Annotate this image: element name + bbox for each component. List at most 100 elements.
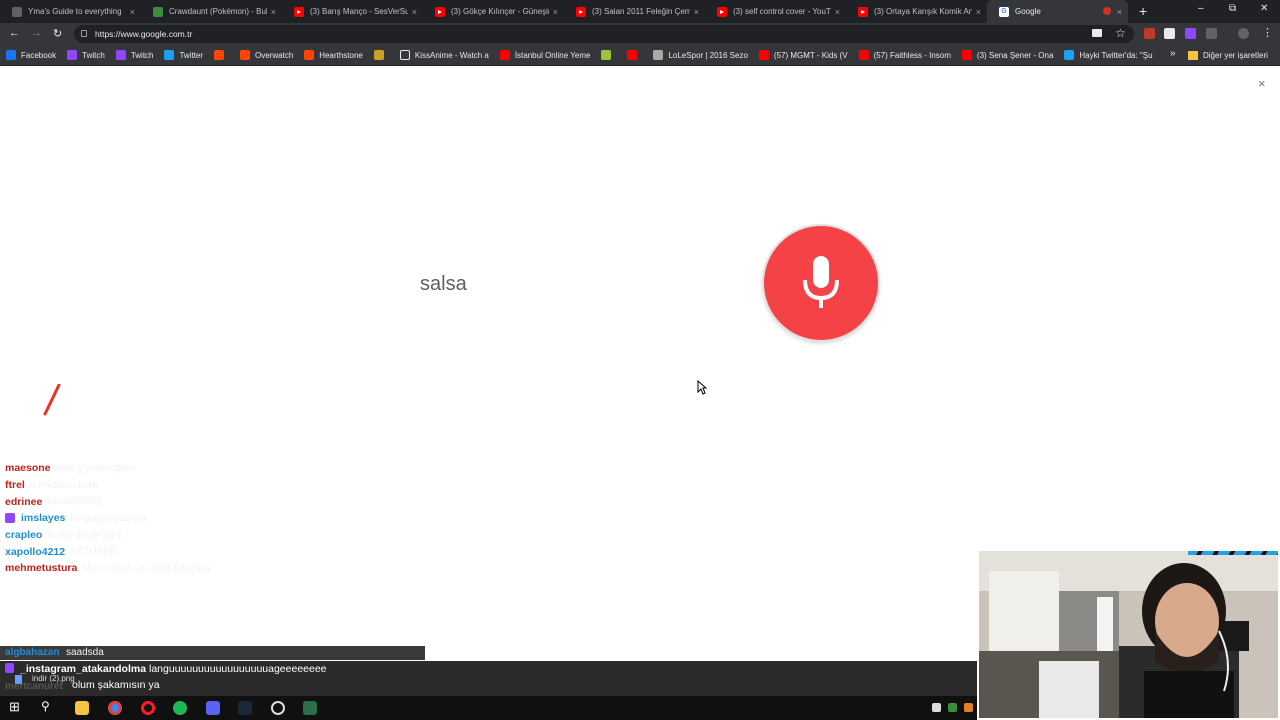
tab-crawdaunt[interactable]: Crawdaunt (Pokémon) - Bul × [141, 0, 282, 23]
tab-title: (3) Barış Manço - SesVerSu [310, 7, 408, 16]
facebook-icon [6, 50, 16, 60]
restore-icon[interactable]: ⧉ [1229, 3, 1236, 14]
chat-username: xapollo4212 [5, 545, 66, 558]
tab-baris-manco[interactable]: (3) Barış Manço - SesVerSu × [282, 0, 423, 23]
close-icon[interactable]: × [1117, 7, 1122, 17]
minimize-icon[interactable]: – [1198, 3, 1204, 14]
webcam-frame-stripe [1188, 551, 1278, 555]
chat-text: oom y yapervpara [55, 462, 136, 474]
close-icon[interactable]: × [271, 7, 276, 17]
tab-title: (3) Saian 2011 Feleğin Çem [592, 7, 690, 16]
chat-text: show more var orda basesns [82, 562, 211, 574]
chat-username: algbahazan [5, 647, 60, 658]
app-icon[interactable] [303, 701, 317, 715]
tray-icon[interactable] [948, 703, 957, 712]
toolbar: ← → ↻ https://www.google.com.tr ☆ ⋮ [0, 23, 1280, 45]
voice-transcript: salsa [420, 273, 467, 295]
tab-self-control[interactable]: (3) self control cover - YouT × [705, 0, 846, 23]
pen-stroke-icon [43, 384, 61, 416]
chat-username: edrinee [5, 495, 43, 508]
bookmark-hearthstone[interactable]: Hearthstone [298, 45, 368, 65]
bookmark-twitch[interactable]: Twitch [61, 45, 110, 65]
bookmark-twitter[interactable]: Twitter [158, 45, 208, 65]
tab-title: Yma's Guide to everything [28, 7, 122, 16]
chrome-icon[interactable] [108, 701, 122, 715]
bookmark-youtube[interactable] [621, 45, 647, 65]
star-icon[interactable]: ☆ [1115, 26, 1126, 40]
tab-ortaya-karisik[interactable]: (3) Ortaya Karışık Komik An × [846, 0, 987, 23]
reload-icon[interactable]: ↻ [53, 27, 62, 40]
extension-icon[interactable] [1206, 28, 1217, 39]
tab-title: Google [1015, 7, 1041, 16]
bookmark-mgmt[interactable]: (57) MGMT - Kids (V [753, 45, 853, 65]
back-icon[interactable]: ← [9, 27, 20, 39]
windows-start-icon[interactable]: ⊞ [9, 699, 23, 714]
file-explorer-icon[interactable] [75, 701, 89, 715]
steam-icon[interactable] [238, 701, 252, 715]
bookmark-istanbul-online[interactable]: İstanbul Online Yeme [494, 45, 596, 65]
chat-highlight-line: algbahazan saadsda [0, 646, 425, 660]
tab-yma-guide[interactable]: Yma's Guide to everything × [0, 0, 141, 23]
spotify-icon[interactable] [173, 701, 187, 715]
extension-icon[interactable] [1164, 28, 1175, 39]
other-bookmarks[interactable]: Diğer yer işaretleri [1188, 45, 1268, 65]
chat-text: YETHEER [70, 546, 118, 558]
tab-gokce-kilincer[interactable]: (3) Gökçe Kılınçer - Güneşin × [423, 0, 564, 23]
bookmark-twitch-2[interactable]: Twitch [110, 45, 159, 65]
microphone-icon [803, 256, 839, 308]
new-tab-button[interactable]: + [1139, 3, 1147, 19]
bookmark-label: Hearthstone [319, 50, 363, 60]
menu-icon[interactable]: ⋮ [1262, 26, 1273, 39]
close-icon[interactable]: × [553, 7, 558, 17]
chat-username: imslayes [21, 512, 66, 525]
search-icon[interactable]: ⚲ [41, 699, 55, 713]
webcam-feed [979, 551, 1278, 718]
bookmark-reddit[interactable] [208, 45, 234, 65]
opera-icon[interactable] [141, 701, 155, 715]
microphone-button[interactable] [764, 226, 878, 340]
tray-icon[interactable] [964, 703, 973, 712]
tab-saian[interactable]: (3) Saian 2011 Feleğin Çem × [564, 0, 705, 23]
window-close-icon[interactable]: ✕ [1260, 3, 1268, 14]
reddit-icon [240, 50, 251, 60]
close-icon[interactable]: × [835, 7, 840, 17]
bookmark-sena-sener[interactable]: (3) Sena Şener - Ona [956, 45, 1058, 65]
camera-icon[interactable] [1092, 29, 1102, 37]
address-bar[interactable]: https://www.google.com.tr ☆ [74, 25, 1134, 43]
youtube-icon [858, 6, 868, 17]
bookmark-lolespor[interactable]: LoLeSpor | 2016 Sezo [647, 45, 752, 65]
tab-title: (3) Ortaya Karışık Komik An [874, 7, 972, 16]
discord-icon[interactable] [206, 701, 220, 715]
close-icon[interactable]: × [976, 7, 981, 17]
bookmark-green[interactable] [595, 45, 621, 65]
forward-icon[interactable]: → [31, 27, 42, 39]
bookmark-misc[interactable] [368, 45, 394, 65]
obs-icon[interactable] [271, 701, 285, 715]
chat-message: edrinee wiiiiiki{3000} [5, 493, 425, 510]
leaf-icon [153, 6, 163, 17]
bookmark-icon [653, 50, 664, 60]
chat-message: xapollo4212 YETHEER [5, 543, 425, 560]
adblock-extension-icon[interactable] [1144, 28, 1155, 39]
bookmark-hayki[interactable]: Hayki Twitter'da: "Şu [1058, 45, 1157, 65]
close-icon[interactable]: × [694, 7, 699, 17]
close-voice-search-button[interactable]: × [1258, 76, 1266, 91]
bookmark-label: (57) MGMT - Kids (V [773, 50, 848, 60]
bookmark-label: LoLeSpor | 2016 Sezo [668, 50, 748, 60]
tab-title: (3) self control cover - YouT [733, 7, 831, 16]
bookmark-facebook[interactable]: Facebook [0, 45, 61, 65]
bookmark-overwatch[interactable]: Overwatch [234, 45, 298, 65]
bookmarks-bar: Facebook Twitch Twitch Twitter Overwatch… [0, 45, 1280, 66]
chat-badge-icon [5, 663, 14, 673]
chat-text: w dijy do pe pp o [47, 529, 123, 541]
twitch-extension-icon[interactable] [1185, 28, 1196, 39]
close-icon[interactable]: × [130, 7, 135, 17]
bookmarks-overflow-button[interactable]: » [1170, 48, 1176, 59]
screen: Yma's Guide to everything × Crawdaunt (P… [0, 0, 1280, 720]
mouse-cursor-icon [697, 380, 707, 395]
bookmark-kissanime[interactable]: KissAnime - Watch a [394, 45, 494, 65]
close-icon[interactable]: × [412, 7, 417, 17]
profile-avatar-icon[interactable] [1238, 28, 1249, 39]
bookmark-faithless[interactable]: (57) Faithless - Insom [853, 45, 956, 65]
tray-icon[interactable] [932, 703, 941, 712]
